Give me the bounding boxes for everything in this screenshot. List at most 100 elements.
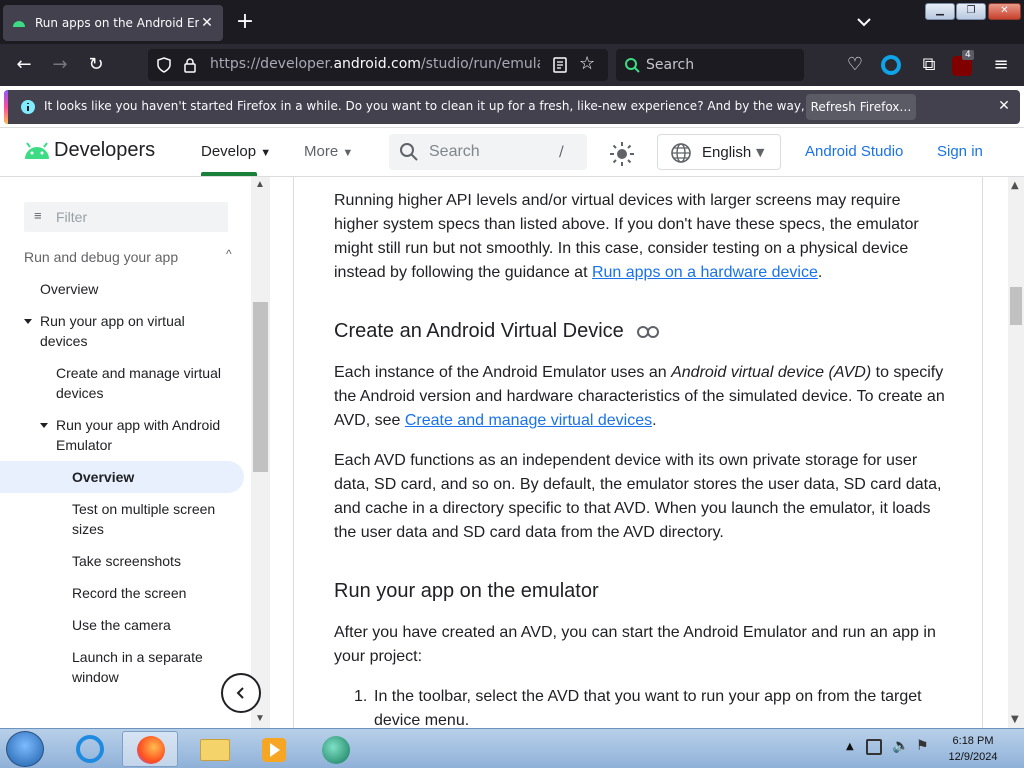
notification-close-icon[interactable]: ✕: [994, 96, 1014, 116]
system-clock[interactable]: 6:18 PM 12/9/2024: [940, 733, 1006, 765]
network-icon[interactable]: [866, 739, 882, 755]
globe-icon: [671, 143, 691, 163]
expand-arrow-icon[interactable]: [40, 423, 48, 428]
volume-muted-icon[interactable]: 🔈: [892, 738, 909, 754]
language-label: English: [702, 144, 752, 161]
tab-close-icon[interactable]: ✕: [199, 15, 215, 31]
sidebar-item-run-virtual[interactable]: Run your app on virtual devices: [40, 311, 210, 351]
menu-hamburger-icon[interactable]: ≡: [988, 52, 1014, 78]
expand-arrow-icon[interactable]: [24, 319, 32, 324]
android-studio-link[interactable]: Android Studio: [805, 143, 903, 160]
action-center-flag-icon[interactable]: ⚑: [916, 738, 929, 754]
paragraph-run-intro: After you have created an AVD, you can s…: [334, 624, 936, 665]
main-content: Running higher API levels and/or virtual…: [270, 177, 1008, 728]
sidebar-item-record-screen[interactable]: Record the screen: [72, 583, 232, 603]
chevron-down-icon: ▼: [756, 146, 765, 159]
sidebar-item-multiple-screens[interactable]: Test on multiple screen sizes: [72, 499, 232, 539]
sidebar-item-screenshots[interactable]: Take screenshots: [72, 551, 232, 571]
heading-create-avd: Create an Android Virtual Device: [334, 320, 660, 343]
windows-taskbar: ▲ 🔈 ⚑ 6:18 PM 12/9/2024: [0, 728, 1024, 768]
link-anchor-icon[interactable]: [637, 325, 660, 339]
shield-icon[interactable]: [156, 57, 172, 73]
android-logo-icon[interactable]: [24, 142, 50, 160]
sidebar-section-heading[interactable]: Run and debug your app: [24, 249, 178, 265]
back-icon[interactable]: ←: [11, 52, 37, 78]
sign-in-link[interactable]: Sign in: [937, 143, 983, 160]
paragraph-avd-storage: Each AVD functions as an independent dev…: [334, 452, 942, 541]
clock-date: 12/9/2024: [948, 751, 998, 763]
scroll-down-arrow-icon[interactable]: ▼: [1011, 714, 1019, 725]
extensions-icon[interactable]: ⧉: [916, 52, 942, 78]
account-icon[interactable]: [880, 54, 902, 76]
nav-more[interactable]: More ▼: [304, 143, 353, 160]
browser-navbar: ← → ↻ https://developer.android.com/stud…: [0, 44, 1024, 86]
notification-bar: It looks like you haven't started Firefo…: [4, 90, 1020, 124]
sidebar-item-camera[interactable]: Use the camera: [72, 615, 232, 635]
android-favicon-icon: [13, 21, 25, 27]
tab-title: Run apps on the Android Emul: [35, 16, 199, 30]
scroll-up-arrow-icon[interactable]: ▲: [1011, 180, 1019, 191]
tray-expand-icon[interactable]: ▲: [846, 741, 854, 752]
collapse-sidebar-button[interactable]: [221, 673, 261, 713]
search-engine-icon: [625, 58, 640, 73]
browser-titlebar: Run apps on the Android Emul ✕ + ▁ ❐ ✕: [0, 0, 1024, 44]
list-item: In the toolbar, select the AVD that you …: [374, 688, 922, 728]
hardware-device-link[interactable]: Run apps on a hardware device: [592, 264, 818, 281]
internet-explorer-icon[interactable]: [62, 731, 118, 767]
notification-text: It looks like you haven't started Firefo…: [44, 99, 900, 113]
nav-develop[interactable]: Develop ▼: [201, 143, 271, 160]
window-minimize-button[interactable]: ▁: [925, 3, 955, 20]
theme-toggle-sun-icon[interactable]: [608, 140, 636, 168]
reload-icon[interactable]: ↻: [83, 52, 109, 78]
site-search-input[interactable]: Search /: [389, 134, 587, 170]
window-restore-button[interactable]: ❐: [956, 3, 986, 20]
url-text[interactable]: https://developer.android.com/studio/run…: [210, 56, 540, 72]
filter-placeholder: Filter: [56, 209, 88, 225]
search-icon: [400, 143, 418, 161]
filter-input[interactable]: ≡ Filter: [24, 202, 228, 232]
sidebar-item-separate-window[interactable]: Launch in a separate window: [72, 647, 217, 687]
refresh-firefox-button[interactable]: Refresh Firefox…: [806, 94, 916, 120]
chevron-up-icon[interactable]: ^: [226, 247, 232, 261]
android-studio-taskbar-icon[interactable]: [310, 731, 366, 767]
extension-badge: 4: [962, 50, 974, 60]
scroll-up-arrow-icon[interactable]: ▲: [255, 179, 265, 190]
bookmark-star-icon[interactable]: ☆: [579, 53, 595, 74]
url-bar[interactable]: https://developer.android.com/studio/run…: [148, 49, 608, 81]
start-button[interactable]: [6, 731, 44, 767]
language-selector[interactable]: English ▼: [657, 134, 781, 170]
forward-icon[interactable]: →: [47, 52, 73, 78]
create-manage-devices-link[interactable]: Create and manage virtual devices: [405, 412, 652, 429]
pocket-icon[interactable]: ♡: [842, 52, 868, 78]
reader-view-icon[interactable]: [552, 57, 568, 73]
tab-list-chevron-icon[interactable]: [852, 10, 876, 34]
page-scroll-thumb[interactable]: [1010, 287, 1022, 325]
clock-time: 6:18 PM: [952, 735, 994, 747]
search-placeholder: Search: [429, 143, 480, 160]
new-tab-icon[interactable]: +: [232, 10, 258, 36]
firefox-taskbar-icon[interactable]: [122, 731, 178, 767]
sidebar-item-run-emulator[interactable]: Run your app with Android Emulator: [56, 415, 236, 455]
window-close-button[interactable]: ✕: [988, 3, 1021, 20]
site-header: Developers Develop ▼ More ▼ Search / Eng…: [0, 128, 1024, 177]
browser-search-bar[interactable]: Search: [616, 49, 804, 81]
page-scrollbar[interactable]: [1008, 177, 1024, 728]
paragraph-system-specs: Running higher API levels and/or virtual…: [334, 192, 919, 281]
filter-icon: ≡: [34, 208, 42, 223]
sidebar-item-overview[interactable]: Overview: [40, 279, 240, 299]
search-label: Search: [646, 57, 695, 73]
sidebar-scroll-thumb[interactable]: [253, 302, 268, 472]
search-shortcut-hint: /: [559, 144, 564, 160]
chevron-left-icon: [236, 687, 244, 699]
sidebar-item-create-manage[interactable]: Create and manage virtual devices: [56, 363, 236, 403]
article-body: Running higher API levels and/or virtual…: [293, 177, 983, 728]
site-logo-text[interactable]: Developers: [54, 139, 155, 162]
paragraph-avd-intro: Each instance of the Android Emulator us…: [334, 364, 945, 429]
sidebar-item-emulator-overview[interactable]: Overview: [72, 467, 232, 487]
media-player-icon[interactable]: [246, 731, 302, 767]
scroll-down-arrow-icon[interactable]: ▼: [255, 713, 265, 724]
file-explorer-icon[interactable]: [186, 731, 242, 767]
info-icon: [21, 100, 35, 114]
browser-tab[interactable]: Run apps on the Android Emul ✕: [3, 5, 223, 41]
lock-icon[interactable]: [182, 57, 198, 73]
